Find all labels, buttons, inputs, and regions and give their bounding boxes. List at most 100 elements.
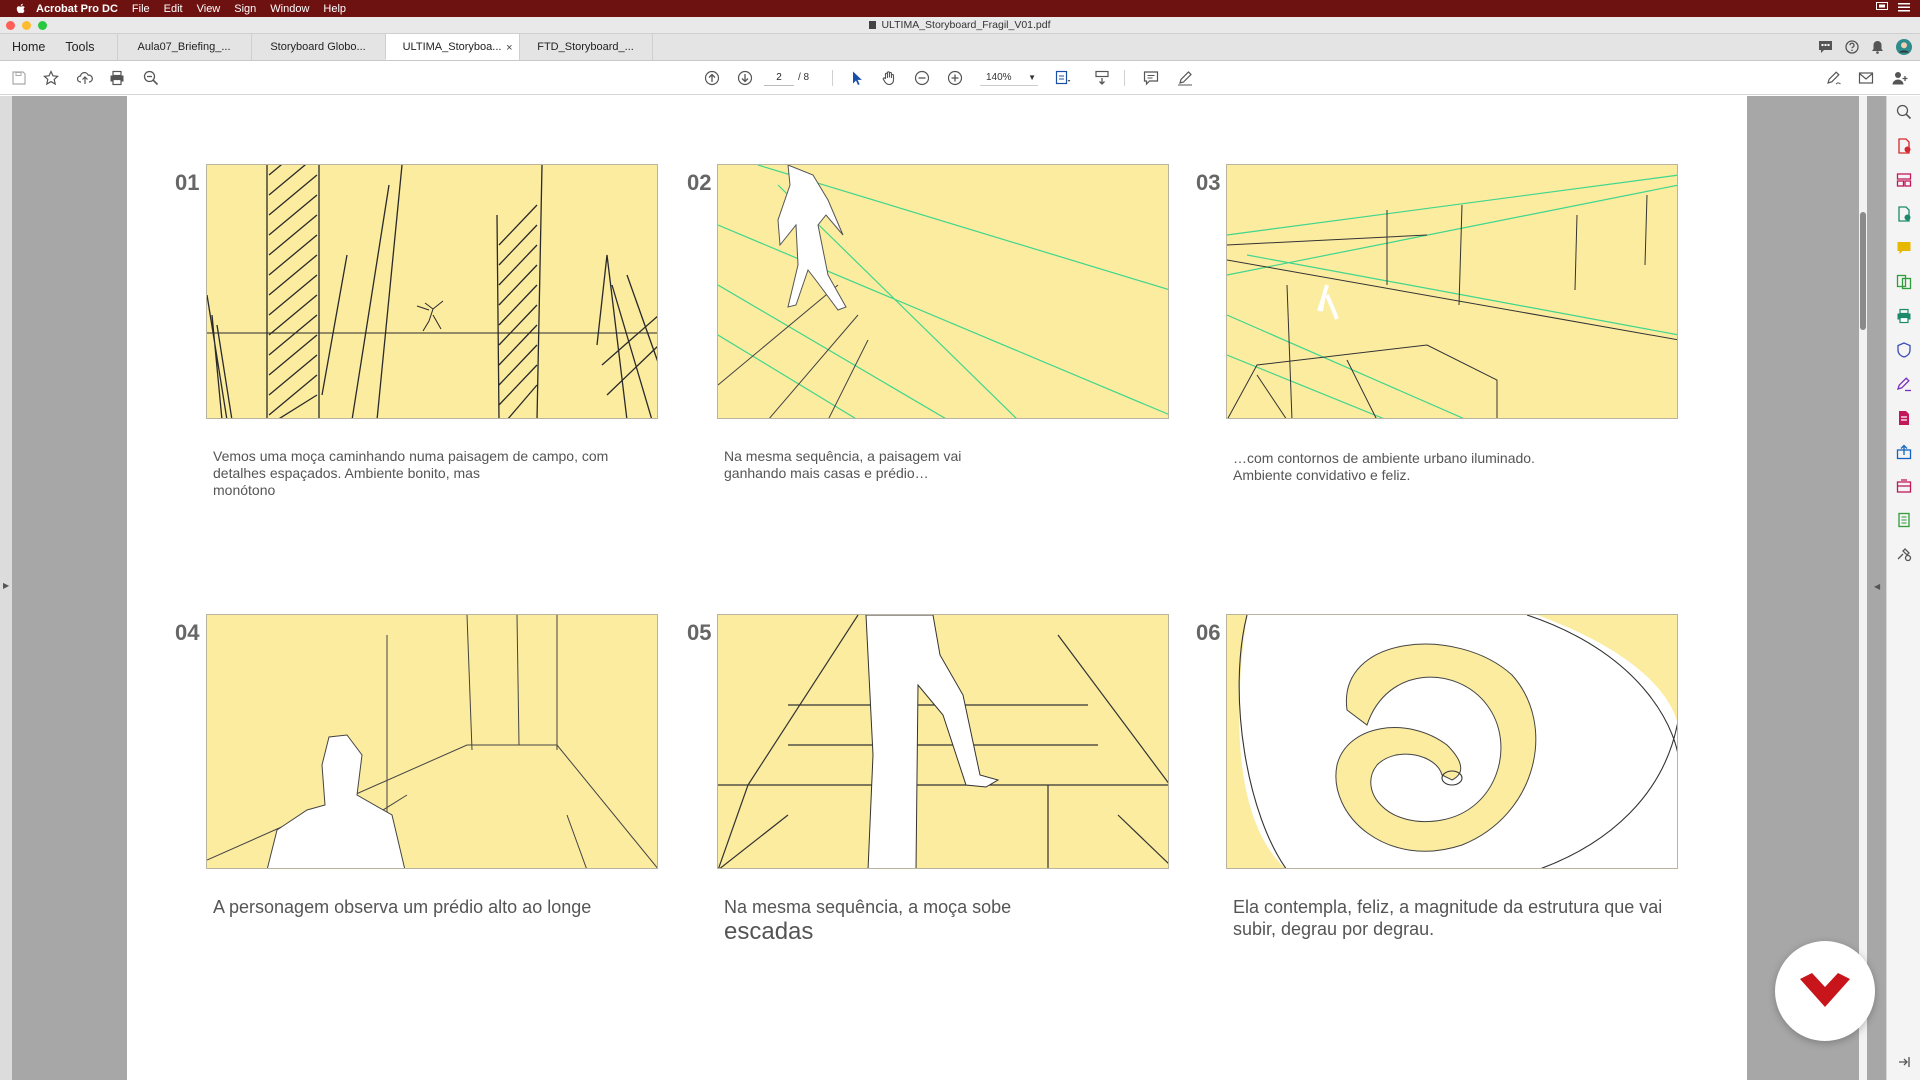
left-navigation-strip[interactable]: ▶ [0,96,12,1080]
panel-caption-emphasis: escadas [724,918,814,945]
panel-caption: Na mesma sequência, a paisagem vai ganha… [724,448,962,481]
doc-tab-aula07[interactable]: Aula07_Briefing_... [116,34,251,60]
doc-tab-ultima-storyboard[interactable]: ULTIMA_Storyboa... × [384,34,519,60]
panel-number: 02 [687,170,712,195]
bookmark-star-icon[interactable] [42,69,60,87]
export-pdf-icon[interactable] [1896,206,1912,222]
toolbar-divider [1124,70,1125,86]
panel-number: 06 [1196,620,1221,645]
brand-logo [1775,941,1875,1041]
hand-tool-icon[interactable] [880,69,898,87]
panel-caption: A personagem observa um prédio alto ao l… [213,897,592,917]
zoom-out-search-icon[interactable] [142,69,160,87]
comment-tool-icon[interactable] [1896,240,1912,256]
doc-tab-label: Aula07_Briefing_... [137,41,231,53]
close-window-button[interactable] [6,21,15,30]
scroll-mode-icon[interactable] [1093,69,1111,87]
chevron-down-icon: ▼ [1028,73,1036,82]
sketch-walking-closeup [718,165,1168,418]
sketch-character-looking [207,615,657,868]
page-number-input[interactable]: 2 [764,70,794,86]
zoom-out-icon[interactable] [913,69,931,87]
zoom-in-icon[interactable] [946,69,964,87]
create-pdf-icon[interactable] [1896,138,1912,154]
toolbar-divider [832,70,833,86]
expand-left-panel-icon[interactable]: ▶ [3,581,9,590]
share-user-icon[interactable] [1891,69,1909,87]
menu-sign[interactable]: Sign [234,3,256,15]
menu-view[interactable]: View [197,3,221,15]
user-avatar[interactable] [1896,39,1912,58]
page-fit-icon[interactable] [1054,69,1072,87]
help-icon[interactable] [1845,40,1859,57]
select-cursor-icon[interactable] [848,69,866,87]
collapse-right-panel-icon[interactable]: ◀ [1874,582,1880,591]
sign-pen-icon[interactable] [1825,69,1843,87]
doc-tab-storyboard-globo[interactable]: Storyboard Globo... [250,34,385,60]
minimize-window-button[interactable] [22,21,31,30]
zoom-level-dropdown[interactable]: 140% ▼ [980,70,1038,86]
print-production-icon[interactable] [1896,308,1912,324]
print-icon[interactable] [108,69,126,87]
panel-number: 05 [687,620,712,645]
document-icon [869,21,877,29]
doc-tab-ftd-storyboard[interactable]: FTD_Storyboard_... [518,34,653,60]
rich-media-icon[interactable] [1896,512,1912,528]
panel-caption: Vemos uma moça caminhando numa paisagem … [213,448,609,498]
edit-pdf-icon[interactable] [1896,410,1912,426]
panel-number: 01 [175,170,200,195]
window-title-bar: ULTIMA_Storyboard_Fragil_V01.pdf [0,17,1920,34]
app-name-menu[interactable]: Acrobat Pro DC [36,3,118,15]
storyboard-frame-02 [717,164,1169,419]
tab-tools[interactable]: Tools [55,34,116,60]
zoom-window-button[interactable] [38,21,47,30]
send-for-review-icon[interactable] [1896,478,1912,494]
protect-shield-icon[interactable] [1896,342,1912,358]
upload-cloud-icon[interactable] [76,69,94,87]
menu-window[interactable]: Window [270,3,309,15]
next-page-icon[interactable] [736,69,754,87]
control-center-icon[interactable] [1898,2,1910,15]
search-zoom-icon[interactable] [1896,104,1912,120]
sketch-urban-street [1227,174,1677,418]
mac-menu-bar: Acrobat Pro DC File Edit View Sign Windo… [0,0,1920,17]
storyboard-frame-06 [1226,614,1678,869]
storyboard-frame-04 [206,614,658,869]
zoom-level-value: 140% [986,72,1012,83]
panel-number: 03 [1196,170,1221,195]
apple-icon[interactable] [14,2,28,15]
storyboard-frame-05 [717,614,1169,869]
sketch-field-walk [207,165,657,418]
save-icon[interactable] [10,69,28,87]
sketch-spiral-staircase [1238,615,1677,868]
tab-home[interactable]: Home [0,34,55,60]
storyboard-frame-01 [206,164,658,419]
doc-tab-label: ULTIMA_Storyboa... [402,40,502,53]
collapse-tools-panel-icon[interactable] [1896,1054,1912,1070]
panel-caption: Ela contempla, feliz, a magnitude da est… [1233,897,1663,939]
menu-help[interactable]: Help [323,3,346,15]
tab-bar: Home Tools Aula07_Briefing_... Storyboar… [0,34,1920,61]
screen-mirror-icon[interactable] [1876,2,1888,15]
organize-pages-icon[interactable] [1896,172,1912,188]
more-tools-icon[interactable] [1896,546,1912,562]
notifications-bell-icon[interactable] [1871,40,1884,57]
scrollbar-thumb[interactable] [1860,212,1866,330]
storyboard-frame-03 [1226,164,1678,419]
panel-caption: …com contornos de ambiente urbano ilumin… [1233,450,1535,483]
panel-number: 04 [175,620,200,645]
vertical-scrollbar[interactable] [1859,96,1867,1080]
menu-file[interactable]: File [132,3,150,15]
draw-pen-icon[interactable] [1176,69,1194,87]
window-controls [6,21,47,30]
comments-icon[interactable] [1818,40,1833,57]
menu-edit[interactable]: Edit [164,3,183,15]
share-upload-icon[interactable] [1896,444,1912,460]
sketch-stairs-climb [718,615,1168,868]
previous-page-icon[interactable] [703,69,721,87]
close-tab-icon[interactable]: × [506,42,512,54]
combine-files-icon[interactable] [1896,274,1912,290]
add-comment-icon[interactable] [1142,69,1160,87]
email-icon[interactable] [1857,69,1875,87]
fill-sign-icon[interactable] [1896,376,1912,392]
